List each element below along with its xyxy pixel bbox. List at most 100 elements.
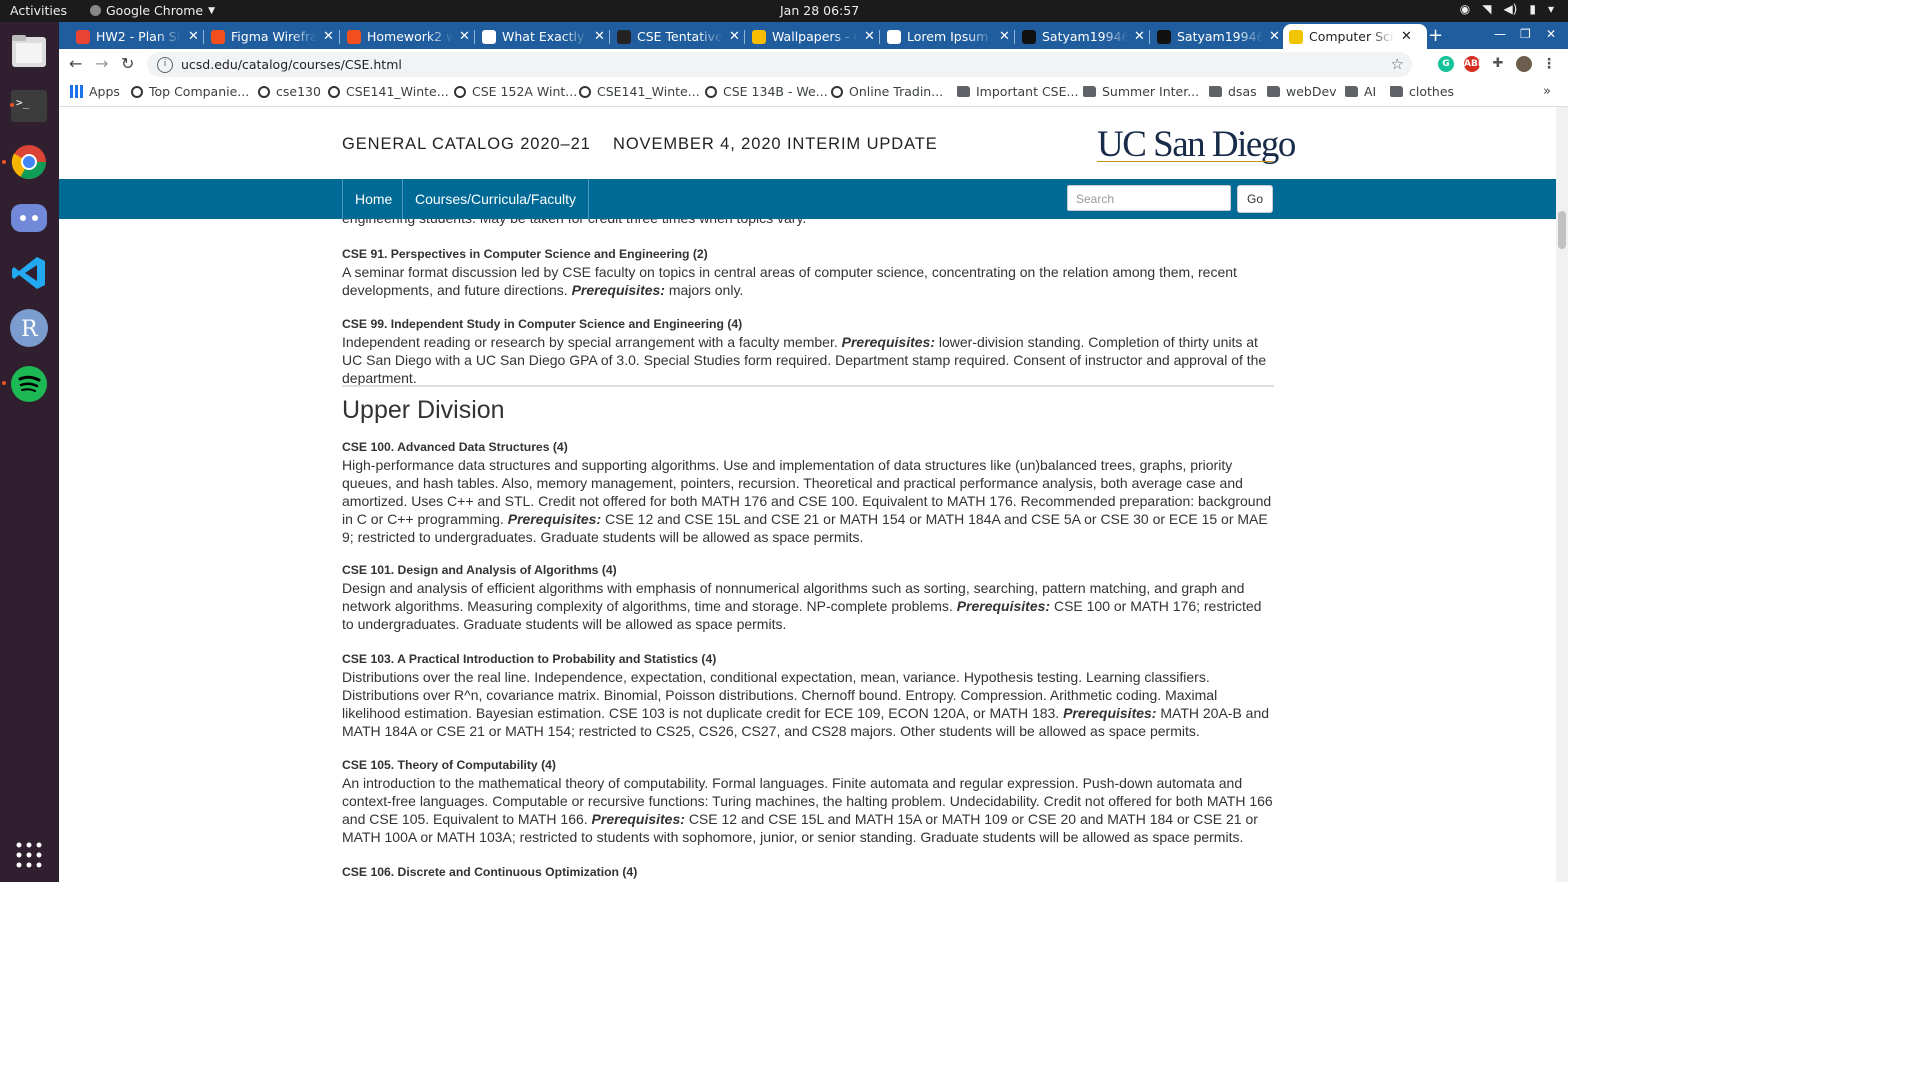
go-button[interactable]: Go — [1237, 185, 1273, 213]
browser-tab[interactable]: What Exactly Is ✕ — [476, 24, 610, 49]
nav-home[interactable]: Home — [342, 179, 404, 219]
course-title: CSE 103. A Practical Introduction to Pro… — [342, 652, 717, 666]
extensions-puzzle-icon[interactable]: ✚ — [1490, 56, 1506, 72]
folder-icon — [1390, 86, 1403, 97]
bookmark-item[interactable]: webDev — [1267, 84, 1337, 99]
bookmark-item[interactable]: CSE 152A Wint... — [454, 84, 577, 99]
browser-tab[interactable]: Satyam19946/ ✕ — [1151, 24, 1285, 49]
bookmark-item[interactable]: AI — [1345, 84, 1376, 99]
bookmark-item[interactable]: CSE 134B - We... — [705, 84, 828, 99]
scrollbar[interactable] — [1556, 107, 1568, 882]
bookmark-label: CSE141_Winte... — [597, 84, 700, 99]
r-app-icon[interactable]: R — [8, 307, 50, 349]
browser-tab[interactable]: HW2 - Plan Site ✕ — [70, 24, 204, 49]
scrollbar-thumb[interactable] — [1558, 211, 1566, 249]
site-info-icon[interactable]: i — [157, 56, 173, 73]
bookmark-item[interactable]: Summer Inter... — [1083, 84, 1199, 99]
bookmark-label: CSE 134B - We... — [723, 84, 828, 99]
running-indicator — [10, 103, 14, 107]
battery-icon[interactable]: ▮ — [1529, 2, 1536, 16]
close-tab-icon[interactable]: ✕ — [594, 29, 605, 44]
browser-tab[interactable]: CSE Tentative ✕ — [611, 24, 745, 49]
close-tab-icon[interactable]: ✕ — [188, 29, 199, 44]
course-description: An introduction to the mathematical theo… — [342, 774, 1277, 846]
course-title: CSE 100. Advanced Data Structures (4) — [342, 440, 568, 454]
tab-separator — [1014, 30, 1015, 44]
ucsd-logo[interactable]: UC San Diego — [1097, 123, 1296, 166]
section-heading: Upper Division — [342, 396, 505, 424]
bookmark-item[interactable]: Apps — [70, 84, 120, 99]
browser-tab[interactable]: Computer Scie ✕ — [1283, 24, 1427, 49]
discord-icon[interactable] — [8, 197, 50, 239]
page-icon — [328, 85, 340, 98]
volume-icon[interactable]: ◀) — [1503, 2, 1517, 16]
bookmark-item[interactable]: cse130 — [258, 84, 321, 99]
forward-arrow-icon[interactable]: → — [95, 54, 108, 73]
close-tab-icon[interactable]: ✕ — [864, 29, 875, 44]
bookmark-item[interactable]: clothes — [1390, 84, 1454, 99]
close-tab-icon[interactable]: ✕ — [729, 29, 740, 44]
profile-avatar[interactable] — [1516, 56, 1532, 72]
close-tab-icon[interactable]: ✕ — [999, 29, 1010, 44]
restore-icon[interactable]: ❐ — [1520, 27, 1531, 41]
prerequisites-label: Prerequisites: — [956, 598, 1051, 614]
wifi-icon[interactable]: ◥ — [1482, 2, 1491, 16]
nav-courses[interactable]: Courses/Curricula/Faculty — [402, 179, 590, 219]
bookmark-item[interactable]: CSE141_Winte... — [579, 84, 700, 99]
close-window-icon[interactable]: ✕ — [1546, 27, 1556, 41]
activities-button[interactable]: Activities — [10, 3, 67, 18]
app-menu[interactable]: Google Chrome ▼ — [90, 3, 215, 18]
tab-title: Computer Scie — [1309, 29, 1395, 44]
files-icon[interactable] — [8, 30, 50, 72]
browser-tab[interactable]: Satyam19946 ✕ — [1016, 24, 1150, 49]
bookmark-item[interactable]: CSE141_Winte... — [328, 84, 449, 99]
tab-favicon-icon — [347, 29, 361, 44]
running-indicator — [2, 160, 6, 164]
bookmark-item[interactable]: Top Companie... — [131, 84, 249, 99]
terminal-icon[interactable]: >_ — [8, 85, 50, 127]
close-tab-icon[interactable]: ✕ — [1134, 29, 1145, 44]
close-tab-icon[interactable]: ✕ — [323, 29, 334, 44]
page-icon — [131, 85, 143, 98]
browser-tab[interactable]: Wallpapers - G ✕ — [746, 24, 880, 49]
tab-separator — [744, 30, 745, 44]
browser-tab[interactable]: Lorem Ipsum - ✕ — [881, 24, 1015, 49]
back-arrow-icon[interactable]: ← — [69, 54, 82, 73]
address-bar[interactable]: i ucsd.edu/catalog/courses/CSE.html ☆ — [147, 52, 1412, 77]
reload-icon[interactable]: ↻ — [121, 54, 134, 73]
show-applications-icon[interactable] — [8, 834, 50, 876]
tab-favicon-icon — [1289, 29, 1303, 44]
adblock-extension-icon[interactable]: ABP — [1464, 56, 1484, 72]
search-input[interactable]: Search — [1067, 185, 1231, 211]
bookmark-item[interactable]: Important CSE... — [957, 84, 1078, 99]
prerequisites-label: Prerequisites: — [591, 811, 685, 827]
chrome-menu-icon[interactable]: ⋮ — [1541, 56, 1557, 72]
close-tab-icon[interactable]: ✕ — [459, 29, 470, 44]
bookmark-item[interactable]: dsas — [1209, 84, 1257, 99]
svg-text:R: R — [21, 317, 39, 342]
tab-separator — [203, 30, 204, 44]
minimize-icon[interactable]: — — [1494, 27, 1506, 41]
browser-tab[interactable]: Figma Wirefram ✕ — [205, 24, 339, 49]
power-menu-icon[interactable]: ▾ — [1548, 2, 1554, 16]
system-tray[interactable]: ◉ ◥ ◀) ▮ ▾ — [1460, 2, 1554, 16]
chrome-small-icon — [90, 5, 101, 16]
browser-tab[interactable]: Homework2 w ✕ — [341, 24, 475, 49]
grammarly-extension-icon[interactable]: G — [1438, 56, 1454, 72]
new-tab-button[interactable]: + — [1428, 25, 1443, 46]
folder-icon — [1345, 86, 1358, 97]
clock[interactable]: Jan 28 06:57 — [780, 3, 859, 18]
more-bookmarks-icon[interactable]: » — [1543, 84, 1551, 99]
bookmark-star-icon[interactable]: ☆ — [1391, 55, 1404, 73]
bookmark-item[interactable]: Online Tradin... — [831, 84, 943, 99]
system-top-bar: Activities Google Chrome ▼ Jan 28 06:57 … — [0, 0, 1568, 22]
spotify-icon[interactable] — [2, 363, 50, 405]
close-tab-icon[interactable]: ✕ — [1269, 29, 1280, 44]
vscode-icon[interactable] — [8, 252, 50, 294]
chrome-dock-icon[interactable] — [0, 138, 59, 186]
discord-tray-icon[interactable]: ◉ — [1460, 2, 1470, 16]
site-nav: Home Courses/Curricula/Faculty Search Go — [59, 179, 1556, 219]
page-icon — [258, 85, 270, 98]
bookmark-label: AI — [1364, 84, 1377, 99]
close-tab-icon[interactable]: ✕ — [1401, 29, 1412, 44]
